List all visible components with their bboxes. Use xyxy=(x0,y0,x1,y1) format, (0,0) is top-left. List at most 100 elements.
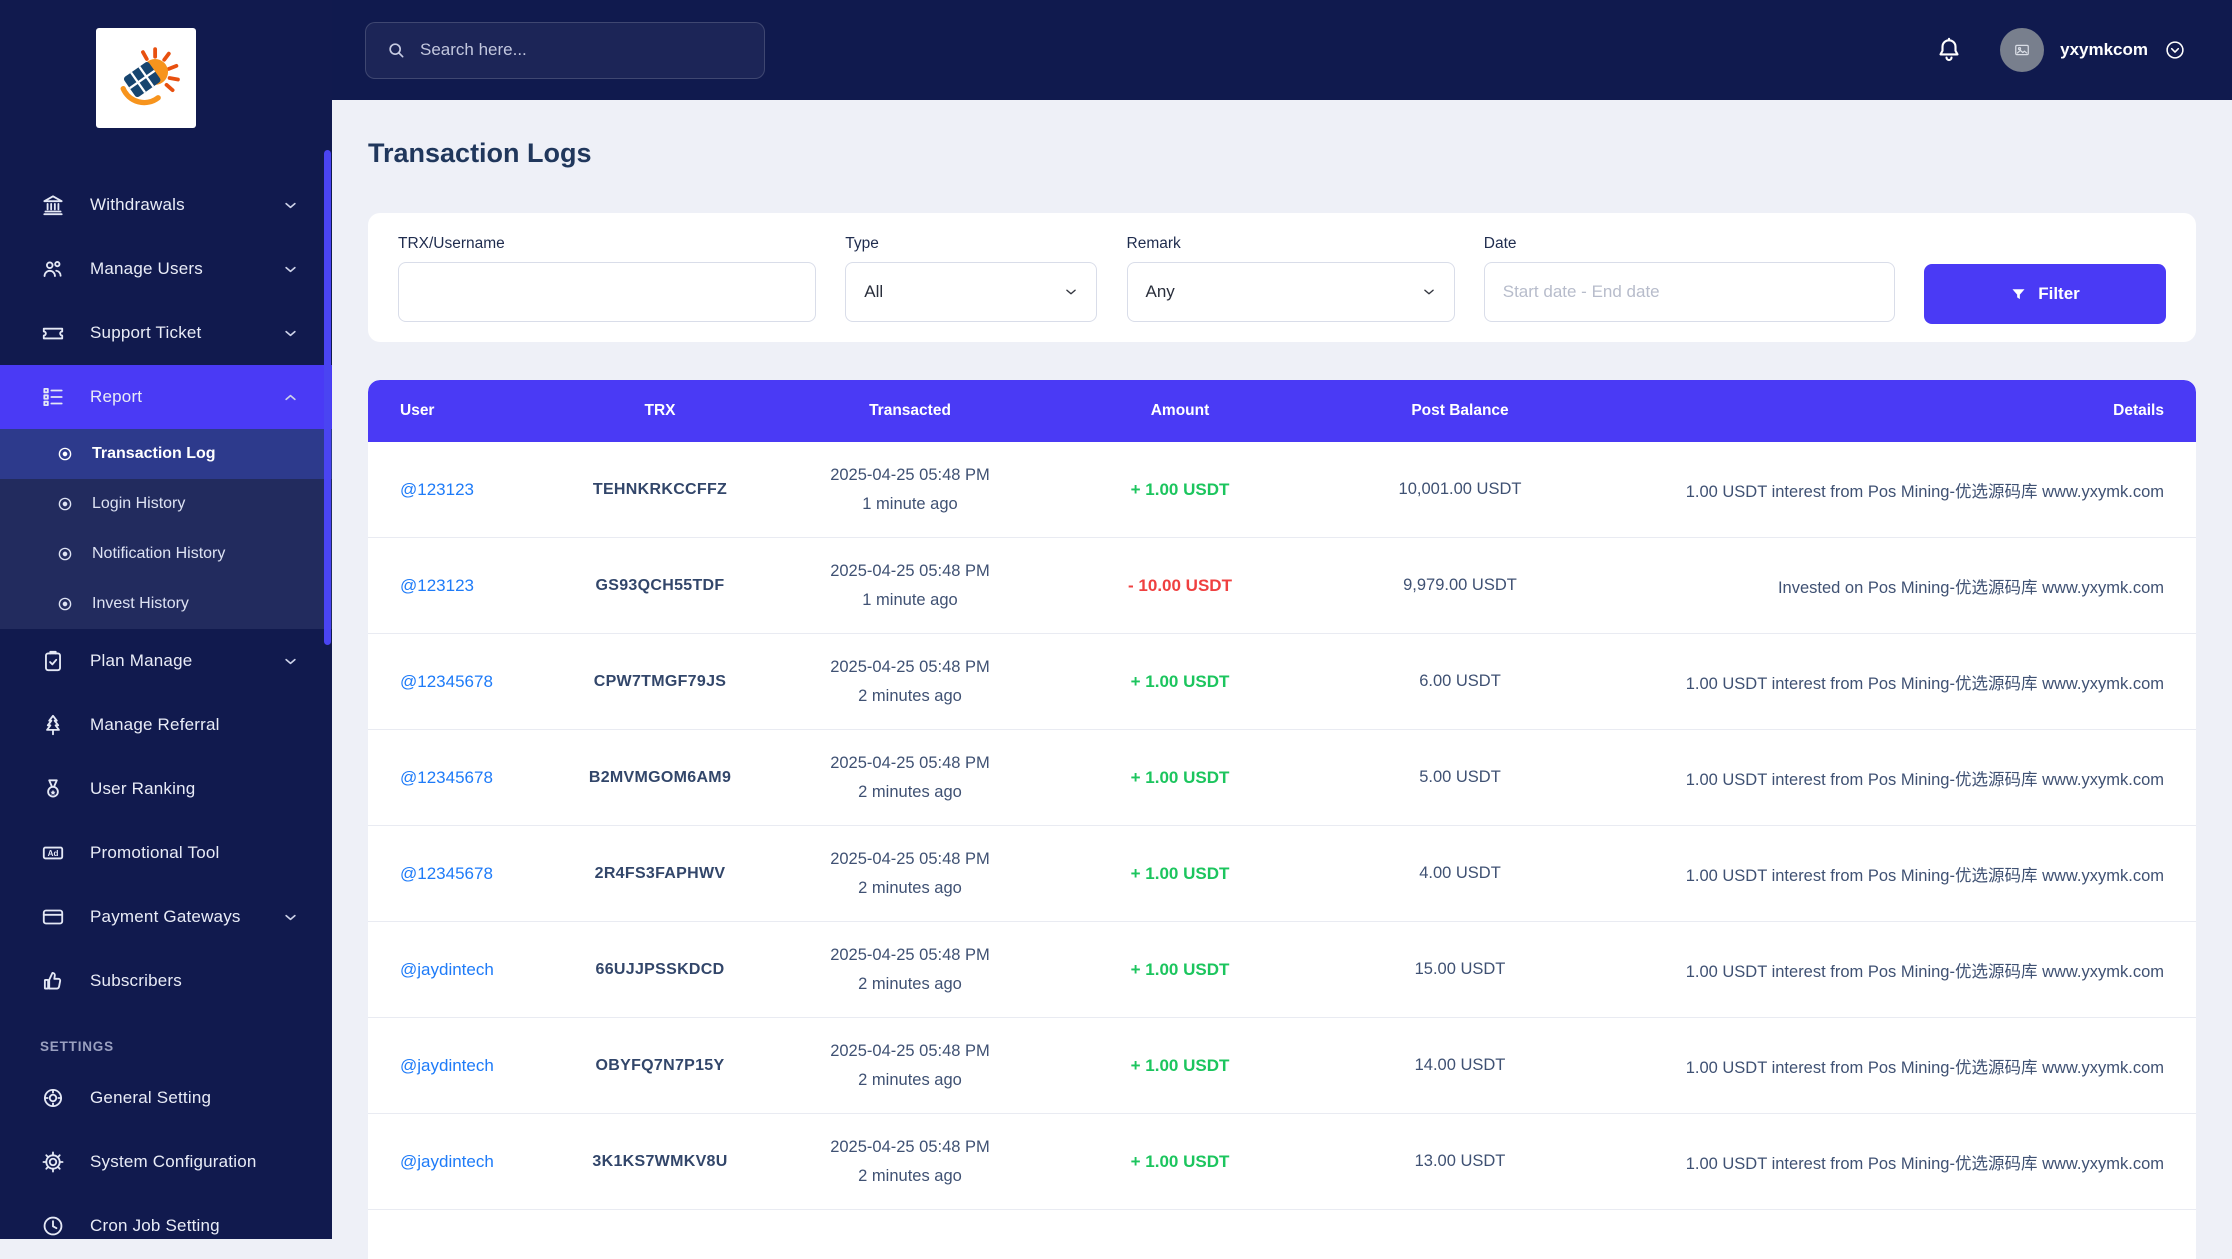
sidebar-item-support-ticket[interactable]: Support Ticket xyxy=(0,301,332,365)
details-cell: 1.00 USDT interest from Pos Mining-优选源码库… xyxy=(1600,1150,2164,1174)
transacted-ago: 2 minutes ago xyxy=(780,874,1040,903)
post-balance-cell: 5.00 USDT xyxy=(1320,768,1600,787)
post-balance-cell: 4.00 USDT xyxy=(1320,864,1600,883)
search-input[interactable] xyxy=(420,40,744,60)
sidebar-item-withdrawals[interactable]: Withdrawals xyxy=(0,173,332,237)
sidebar-subitem-label: Login History xyxy=(92,495,185,513)
trx-cell: TEHNKRKCCFFZ xyxy=(540,481,780,499)
user-link[interactable]: @jaydintech xyxy=(400,1056,540,1076)
transacted-ago: 2 minutes ago xyxy=(780,1162,1040,1191)
remark-select[interactable]: Any xyxy=(1127,262,1455,322)
clipboard-icon xyxy=(40,648,66,674)
trx-username-label: TRX/Username xyxy=(398,235,816,253)
details-cell: Invested on Pos Mining-优选源码库 www.yxymk.c… xyxy=(1600,574,2164,598)
transacted-date: 2025-04-25 05:48 PM xyxy=(780,557,1040,586)
sidebar-subitem-transaction-log[interactable]: Transaction Log xyxy=(0,429,332,479)
sidebar-item-payment-gateways[interactable]: Payment Gateways xyxy=(0,885,332,949)
transacted-date: 2025-04-25 05:48 PM xyxy=(780,461,1040,490)
post-balance-cell: 10,001.00 USDT xyxy=(1320,480,1600,499)
ad-icon: Ad xyxy=(40,840,66,866)
chevron-down-icon xyxy=(283,326,298,341)
settings-section-heading: SETTINGS xyxy=(40,1039,332,1054)
sidebar-item-manage-users[interactable]: Manage Users xyxy=(0,237,332,301)
transacted-ago: 2 minutes ago xyxy=(780,1066,1040,1095)
sidebar-item-promotional-tool[interactable]: Ad Promotional Tool xyxy=(0,821,332,885)
type-field: Type All xyxy=(845,235,1097,324)
column-header-user: User xyxy=(400,402,540,420)
sidebar-item-label: Payment Gateways xyxy=(90,907,283,927)
user-link[interactable]: @jaydintech xyxy=(400,1152,540,1172)
clock-icon xyxy=(40,1213,66,1239)
user-link[interactable]: @123123 xyxy=(400,480,540,500)
table-row: @123123 TEHNKRKCCFFZ 2025-04-25 05:48 PM… xyxy=(368,442,2196,538)
app-logo[interactable] xyxy=(96,28,196,128)
user-menu[interactable]: yxymkcom xyxy=(2000,28,2186,72)
notification-bell-icon[interactable] xyxy=(1934,35,1964,65)
type-select[interactable]: All xyxy=(845,262,1097,322)
post-balance-cell: 6.00 USDT xyxy=(1320,672,1600,691)
filter-button[interactable]: Filter xyxy=(1924,264,2166,324)
column-header-details: Details xyxy=(1600,402,2164,420)
amount-cell: + 1.00 USDT xyxy=(1040,672,1320,692)
date-label: Date xyxy=(1484,235,1895,253)
trx-username-input[interactable] xyxy=(398,262,816,322)
sidebar-item-system-configuration[interactable]: System Configuration xyxy=(0,1130,332,1194)
amount-cell: + 1.00 USDT xyxy=(1040,768,1320,788)
sidebar-item-subscribers[interactable]: Subscribers xyxy=(0,949,332,1013)
table-row: @123123 GS93QCH55TDF 2025-04-25 05:48 PM… xyxy=(368,538,2196,634)
user-link[interactable]: @12345678 xyxy=(400,864,540,884)
sidebar-nav: Withdrawals Manage Users Support Ticket xyxy=(0,173,332,1239)
username-label: yxymkcom xyxy=(2060,40,2148,60)
transacted-date: 2025-04-25 05:48 PM xyxy=(780,941,1040,970)
users-icon xyxy=(40,256,66,282)
funnel-icon xyxy=(2010,286,2027,303)
post-balance-cell: 15.00 USDT xyxy=(1320,960,1600,979)
sidebar-item-report[interactable]: Report xyxy=(0,365,332,429)
user-link[interactable]: @123123 xyxy=(400,576,540,596)
dot-circle-icon xyxy=(56,445,74,463)
main-content: Transaction Logs TRX/Username Type All R… xyxy=(332,100,2232,1239)
sidebar-item-label: User Ranking xyxy=(90,779,298,799)
user-link[interactable]: @12345678 xyxy=(400,672,540,692)
sidebar-item-general-setting[interactable]: General Setting xyxy=(0,1066,332,1130)
transacted-date: 2025-04-25 05:48 PM xyxy=(780,845,1040,874)
sidebar-item-label: Report xyxy=(90,387,283,407)
sidebar-item-cron-job-setting[interactable]: Cron Job Setting xyxy=(0,1194,332,1239)
column-header-post-balance: Post Balance xyxy=(1320,402,1600,420)
thumbs-up-icon xyxy=(40,968,66,994)
user-link[interactable]: @jaydintech xyxy=(400,960,540,980)
sidebar-item-label: General Setting xyxy=(90,1088,298,1108)
transacted-cell: 2025-04-25 05:48 PM 1 minute ago xyxy=(780,557,1040,615)
date-field: Date xyxy=(1484,235,1895,324)
sidebar-item-user-ranking[interactable]: User Ranking xyxy=(0,757,332,821)
sidebar-subitem-login-history[interactable]: Login History xyxy=(0,479,332,529)
page-title: Transaction Logs xyxy=(368,138,592,169)
post-balance-cell: 9,979.00 USDT xyxy=(1320,576,1600,595)
chevron-down-icon xyxy=(283,262,298,277)
sidebar-subitem-invest-history[interactable]: Invest History xyxy=(0,579,332,629)
remark-label: Remark xyxy=(1127,235,1455,253)
avatar xyxy=(2000,28,2044,72)
user-link[interactable]: @12345678 xyxy=(400,768,540,788)
knob-icon xyxy=(40,1085,66,1111)
column-header-trx: TRX xyxy=(540,402,780,420)
report-icon xyxy=(40,384,66,410)
transacted-ago: 2 minutes ago xyxy=(780,970,1040,999)
search-icon xyxy=(386,40,406,60)
sidebar-scrollbar[interactable] xyxy=(324,150,331,645)
amount-cell: + 1.00 USDT xyxy=(1040,864,1320,884)
medal-icon xyxy=(40,776,66,802)
credit-card-icon xyxy=(40,904,66,930)
trx-cell: OBYFQ7N7P15Y xyxy=(540,1057,780,1075)
sidebar-item-manage-referral[interactable]: Manage Referral xyxy=(0,693,332,757)
sidebar-item-label: Plan Manage xyxy=(90,651,283,671)
transactions-table: User TRX Transacted Amount Post Balance … xyxy=(368,380,2196,1259)
sidebar-item-plan-manage[interactable]: Plan Manage xyxy=(0,629,332,693)
dot-circle-icon xyxy=(56,545,74,563)
sidebar-subitem-notification-history[interactable]: Notification History xyxy=(0,529,332,579)
trx-cell: 2R4FS3FAPHWV xyxy=(540,865,780,883)
date-range-input[interactable] xyxy=(1484,262,1895,322)
details-cell: 1.00 USDT interest from Pos Mining-优选源码库… xyxy=(1600,478,2164,502)
transacted-cell: 2025-04-25 05:48 PM 2 minutes ago xyxy=(780,1037,1040,1095)
post-balance-cell: 13.00 USDT xyxy=(1320,1152,1600,1171)
